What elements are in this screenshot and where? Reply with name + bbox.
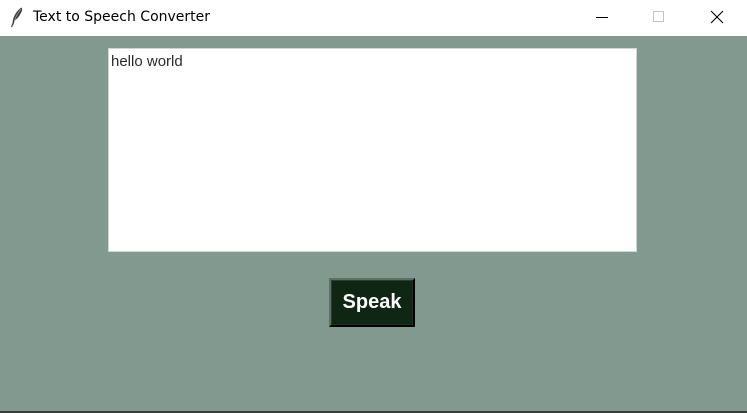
title-bar: Text to Speech Converter: [0, 0, 747, 36]
maximize-button[interactable]: [636, 0, 682, 34]
minimize-button[interactable]: [579, 0, 625, 34]
main-panel: hello world Speak: [0, 36, 747, 411]
speak-button[interactable]: Speak: [329, 278, 415, 327]
window-title: Text to Speech Converter: [33, 9, 211, 25]
close-icon: [710, 10, 724, 24]
minimize-icon: [596, 11, 608, 23]
text-input[interactable]: hello world: [108, 48, 637, 252]
close-button[interactable]: [694, 0, 740, 34]
feather-icon: [9, 6, 25, 28]
text-input-value: hello world: [111, 53, 183, 70]
maximize-icon: [653, 11, 665, 23]
